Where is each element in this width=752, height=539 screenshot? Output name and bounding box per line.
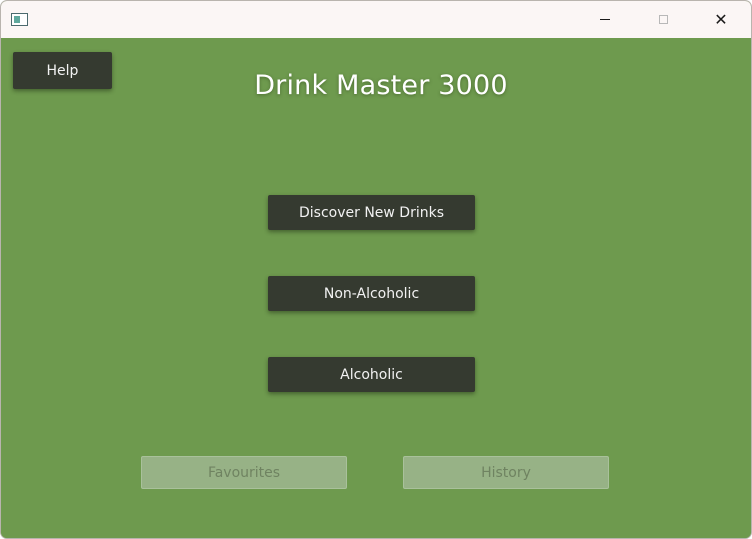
favourites-button-label: Favourites bbox=[207, 464, 281, 481]
non-alcoholic-button-label: Non-Alcoholic bbox=[323, 285, 420, 302]
close-button[interactable]: ✕ bbox=[692, 1, 750, 38]
app-icon-pane bbox=[14, 16, 20, 23]
history-button-label: History bbox=[481, 464, 531, 481]
discover-button-label: Discover New Drinks bbox=[298, 204, 445, 221]
close-icon: ✕ bbox=[714, 10, 728, 29]
page-title: Drink Master 3000 bbox=[254, 70, 508, 101]
history-button[interactable]: History bbox=[403, 456, 609, 489]
window-app-icon[interactable] bbox=[11, 13, 28, 26]
alcoholic-button-label: Alcoholic bbox=[340, 366, 403, 383]
favourites-button[interactable]: Favourites bbox=[141, 456, 347, 489]
maximize-icon bbox=[658, 15, 668, 24]
app-window: ✕ Help Drink Master 3000 Discover New Dr… bbox=[0, 0, 752, 539]
title-bar[interactable]: ✕ bbox=[1, 1, 751, 38]
minimize-button[interactable] bbox=[576, 1, 634, 38]
minimize-icon bbox=[600, 19, 610, 20]
non-alcoholic-button[interactable]: Non-Alcoholic bbox=[268, 276, 475, 311]
maximize-button[interactable] bbox=[634, 1, 692, 38]
discover-new-drinks-button[interactable]: Discover New Drinks bbox=[268, 195, 475, 230]
alcoholic-button[interactable]: Alcoholic bbox=[268, 357, 475, 392]
main-panel: Help Drink Master 3000 Discover New Drin… bbox=[1, 38, 751, 538]
